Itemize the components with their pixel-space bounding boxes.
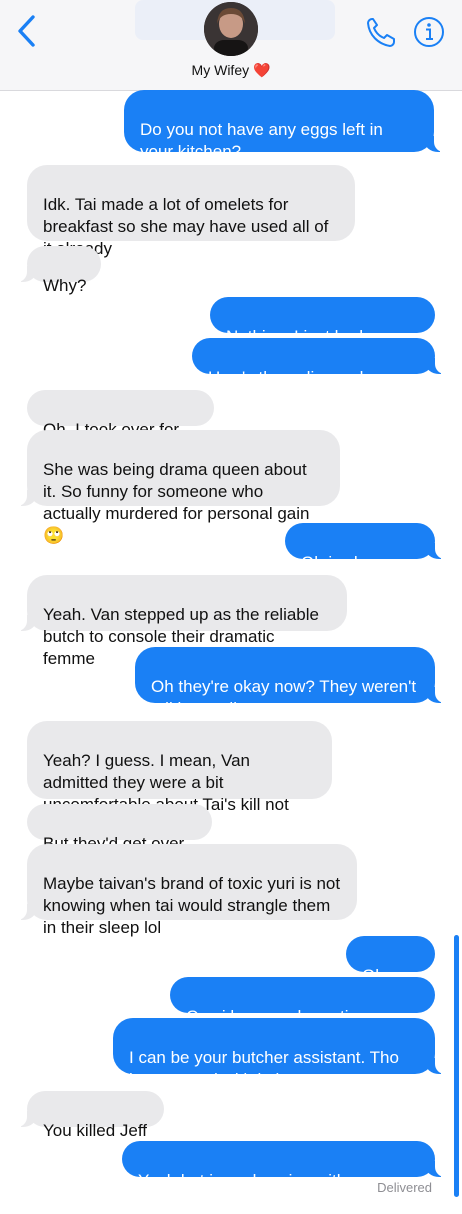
message-bubble-outgoing[interactable]: Can i be your dramatic femme? [170,977,435,1048]
message-bubble-incoming[interactable]: Oh. I took over for Tai [27,390,214,461]
message-bubble-outgoing[interactable]: Yeah but i was buzzing with emotions [122,1141,449,1212]
message-bubble-outgoing[interactable]: Oh nice [346,936,435,1007]
message-bubble-outgoing[interactable]: I can be your butcher assistant. Tho im … [113,1018,449,1089]
message-bubble-outgoing[interactable]: Oh they're okay now? They weren't talkin… [135,647,449,718]
message-text: Do you not have any eggs left in your ki… [140,120,383,161]
message-bubble-outgoing[interactable]: Nothing. I just had an idea [210,297,435,368]
delivered-status: Delivered [377,1180,432,1195]
message-bubble-incoming[interactable]: Why? [13,246,101,295]
message-bubble-incoming[interactable]: Maybe taivan's brand of toxic yuri is no… [13,844,357,937]
message-bubble-incoming[interactable]: But they'd get over it [27,804,212,875]
message-bubble-outgoing[interactable]: Do you not have any eggs left in your ki… [124,90,448,161]
message-text: I can be your butcher assistant. Tho im … [129,1048,399,1089]
message-bubble-incoming[interactable]: Yeah. Van stepped up as the reliable but… [13,575,347,668]
message-bubble-outgoing[interactable]: How's the... disposal going? [192,338,449,409]
message-text: How's the... disposal going? [208,368,364,409]
message-bubble-incoming[interactable]: Idk. Tai made a lot of omelets for break… [27,165,355,258]
message-bubble-outgoing[interactable]: Oh is she okay? [285,523,449,594]
message-bubble-incoming[interactable]: Yeah? I guess. I mean, Van admitted they… [27,721,332,836]
message-text: Maybe taivan's brand of toxic yuri is no… [43,874,341,937]
message-thread: Do you not have any eggs left in your ki… [0,0,462,1212]
message-bubble-incoming[interactable]: You killed Jeff [13,1091,164,1140]
message-text: Yeah but i was buzzing with emotions [138,1171,347,1212]
message-text: Why? [43,276,87,295]
scrollbar[interactable] [454,935,459,1197]
message-bubble-incoming[interactable]: She was being drama queen about it. So f… [13,430,340,545]
message-text: You killed Jeff [43,1121,147,1140]
message-text: She was being drama queen about it. So f… [43,460,310,545]
message-text: Oh they're okay now? They weren't talkin… [151,677,417,718]
